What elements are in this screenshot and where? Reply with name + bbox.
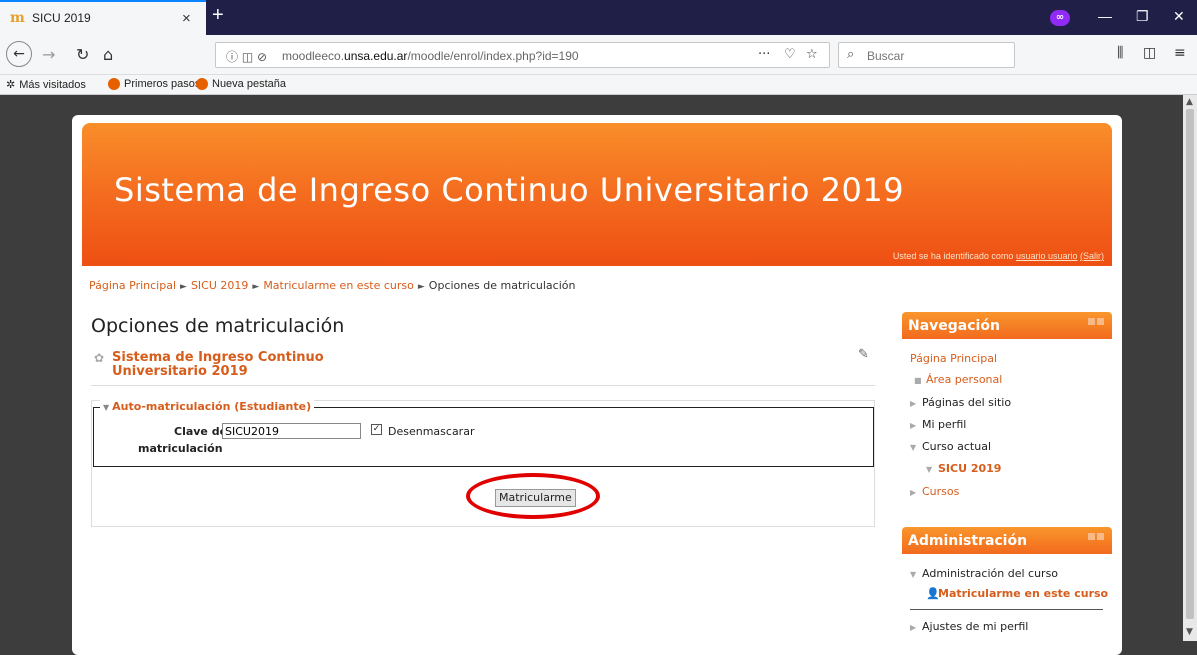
back-button[interactable]: ← [6,41,32,67]
collapse-icon: ▼ [910,443,917,452]
minimize-icon[interactable]: — [1098,8,1112,24]
vertical-scrollbar[interactable]: ▲ ▼ [1183,95,1197,641]
enrol-button[interactable]: Matricularme [495,489,576,507]
tab-bar: m SICU 2019 × + ∞ — ❐ ✕ [0,0,1197,35]
login-info: Usted se ha identificado como usuario us… [892,251,1104,261]
admin-item-profile-settings[interactable]: ▶ Ajustes de mi perfil [910,620,1028,633]
admin-item-course-admin[interactable]: ▼ Administración del curso [910,567,1058,580]
firefox-icon [108,78,120,90]
self-enrolment-fieldset: ▼ Auto-matriculación (Estudiante) Clave d… [93,400,874,467]
enrolment-form: ▼ Auto-matriculación (Estudiante) Clave d… [91,400,875,527]
nav-item-my-profile[interactable]: ▶ Mi perfil [910,418,966,431]
expand-icon: ▶ [910,421,917,430]
address-bar[interactable]: ⓘ ◫ ⊘ moodleeco.unsa.edu.ar/moodle/enrol… [215,42,830,68]
administration-block-header: Administración [902,527,1112,554]
breadcrumb-enrol[interactable]: Matricularme en este curso [263,279,414,292]
nav-item-sicu[interactable]: ▼ SICU 2019 [926,462,1001,475]
divider [910,609,1103,610]
scroll-thumb[interactable] [1186,109,1194,619]
unmask-checkbox[interactable]: ✓ [371,424,382,435]
pocket-icon[interactable]: ♡ [784,47,796,62]
library-icon[interactable]: ⫼ [1117,45,1123,61]
nav-item-home[interactable]: Página Principal [910,352,997,365]
restore-icon[interactable]: ❐ [1136,8,1149,25]
collapse-icon[interactable]: ▼ [103,403,109,412]
navigation-toolbar: ← → ↻ ⌂ ⓘ ◫ ⊘ moodleeco.unsa.edu.ar/mood… [0,35,1197,75]
nav-item-current-course[interactable]: ▼ Curso actual [910,440,991,453]
search-input[interactable] [865,46,1009,66]
user-link[interactable]: usuario usuario [1016,251,1078,261]
expand-icon: ▶ [910,623,917,632]
admin-item-enrol-me[interactable]: 👤Matricularme en este curso [926,587,1108,600]
url-text[interactable]: moodleeco.unsa.edu.ar/moodle/enrol/index… [282,49,579,63]
search-icon: ⌕ [847,47,855,62]
page-container: Sistema de Ingreso Continuo Universitari… [72,115,1122,655]
breadcrumb: Página Principal ► SICU 2019 ► Matricularme … [89,279,576,292]
administration-block-title: Administración [908,533,1028,549]
scroll-down-icon[interactable]: ▼ [1186,627,1193,637]
bookmark-getting-started[interactable]: Primeros pasos [108,78,200,90]
sidebar-icon[interactable]: ◫ [1143,45,1156,61]
bookmarks-toolbar: ✲ Más visitados Primeros pasos Nueva pest… [0,75,1197,95]
close-window-icon[interactable]: ✕ [1173,8,1185,25]
moodle-favicon-icon: m [10,10,25,26]
expand-icon: ▶ [910,399,917,408]
user-icon: 👤 [926,587,940,600]
course-name-link[interactable]: Sistema de Ingreso Continuo Universitari… [112,351,352,379]
expand-icon: ▶ [910,488,917,497]
bookmark-most-visited[interactable]: ✲ Más visitados [6,78,86,92]
search-bar[interactable]: ⌕ [838,42,1015,68]
enrolment-key-input[interactable] [222,423,361,439]
block-controls[interactable] [1088,318,1104,325]
scroll-up-icon[interactable]: ▲ [1186,97,1193,107]
site-header: Sistema de Ingreso Continuo Universitari… [82,123,1112,266]
tab-title: SICU 2019 [32,11,91,25]
unmask-label[interactable]: Desenmascarar [388,425,474,438]
fieldset-legend[interactable]: ▼ Auto-matriculación (Estudiante) [100,400,315,413]
divider [91,385,875,386]
nav-item-site-pages[interactable]: ▶ Páginas del sitio [910,396,1011,409]
bookmark-star-icon[interactable]: ☆ [806,47,818,62]
nav-item-dashboard[interactable]: ■ Área personal [914,373,1002,386]
browser-tab[interactable]: m SICU 2019 × [0,0,206,35]
nav-item-courses[interactable]: ▶ Cursos [910,485,959,498]
logout-link[interactable]: (Salir) [1080,251,1104,261]
collapse-icon: ▼ [910,570,917,579]
block-controls[interactable] [1088,533,1104,540]
reload-icon[interactable]: ↻ [76,45,89,64]
close-tab-icon[interactable]: × [182,10,191,27]
navigation-block-header: Navegación [902,312,1112,339]
menu-icon[interactable]: ≡ [1174,45,1186,61]
navigation-block-title: Navegación [908,318,1000,334]
bullet-icon: ■ [914,376,922,385]
breadcrumb-course[interactable]: SICU 2019 [191,279,248,292]
forward-button[interactable]: → [42,45,55,64]
private-browsing-icon: ∞ [1050,10,1070,26]
bookmark-new-tab[interactable]: Nueva pestaña [196,78,286,90]
site-info-icon[interactable]: ⓘ ◫ ⊘ [226,48,267,65]
breadcrumb-home[interactable]: Página Principal [89,279,176,292]
key-label: Clave de [174,425,228,438]
home-icon[interactable]: ⌂ [103,45,113,64]
page-actions-icon[interactable]: ··· [758,47,770,62]
site-title: Sistema de Ingreso Continuo Universitari… [114,171,905,209]
key-label-line2: matriculación [138,442,223,455]
edit-icon[interactable]: ✎ [858,347,869,362]
collapse-icon: ▼ [926,465,933,474]
firefox-icon [196,78,208,90]
course-icon: ✿ [94,351,105,365]
breadcrumb-current: Opciones de matriculación [428,279,576,292]
page-title: Opciones de matriculación [91,315,345,337]
gear-icon: ✲ [6,79,16,91]
new-tab-button[interactable]: + [212,4,224,27]
